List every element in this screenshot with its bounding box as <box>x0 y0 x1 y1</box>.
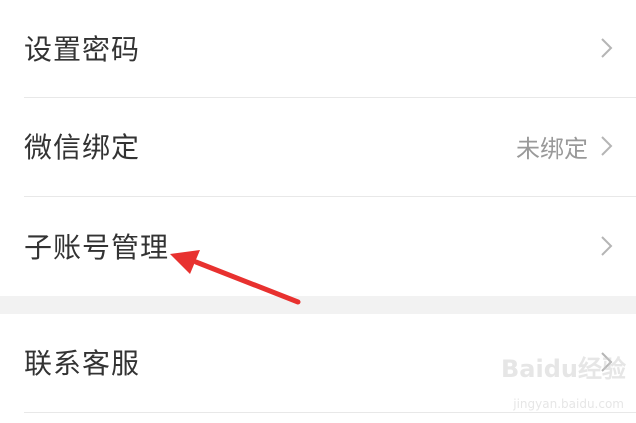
settings-item-right <box>598 0 616 96</box>
binding-status-value: 未绑定 <box>516 134 588 163</box>
settings-item-sub-account-management[interactable]: 子账号管理 <box>0 198 636 294</box>
chevron-right-icon <box>601 136 613 156</box>
divider <box>24 412 636 413</box>
chevron-right-icon <box>601 236 613 256</box>
baidu-jingyan-watermark: Baidu经验 jingyan.baidu.com <box>466 341 626 411</box>
watermark-url-text: jingyan.baidu.com <box>513 397 624 411</box>
settings-item-wechat-binding[interactable]: 微信绑定 未绑定 <box>0 98 636 194</box>
settings-item-label: 子账号管理 <box>24 231 170 264</box>
settings-item-set-password[interactable]: 设置密码 <box>0 0 636 96</box>
settings-item-right: 未绑定 <box>516 98 616 194</box>
section-gap <box>0 296 636 314</box>
divider <box>24 196 636 197</box>
settings-item-label: 微信绑定 <box>24 131 141 164</box>
settings-item-label: 联系客服 <box>24 347 141 380</box>
settings-item-label: 设置密码 <box>24 33 141 66</box>
watermark-logo-text: Baidu经验 <box>501 355 626 383</box>
chevron-right-icon <box>601 38 613 58</box>
settings-screen: 设置密码 微信绑定 未绑定 子账号管理 联系客服 Baidu经验 jingyan… <box>0 0 636 423</box>
settings-item-right <box>598 198 616 294</box>
